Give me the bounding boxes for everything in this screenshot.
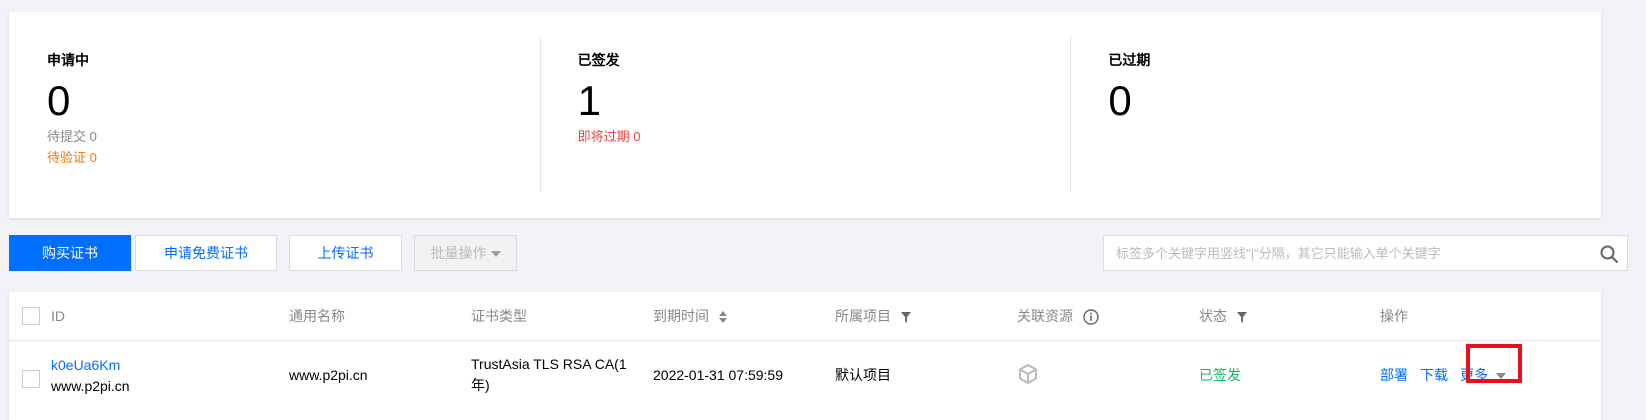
certificate-domain: www.p2pi.cn <box>51 378 130 394</box>
certificate-summary-panel: 申请中 0 待提交 0 待验证 0 已签发 1 即将过期 0 已过期 0 <box>9 12 1601 218</box>
project-cell: 默认项目 <box>835 367 891 383</box>
column-header-id: ID <box>51 308 65 324</box>
filter-icon[interactable] <box>900 311 911 323</box>
stat-applying: 申请中 0 待提交 0 待验证 0 <box>9 12 540 218</box>
stat-applying-count: 0 <box>47 77 71 124</box>
pending-submit-text: 待提交 0 <box>47 129 97 144</box>
column-header-status[interactable]: 状态 <box>1199 306 1247 326</box>
column-header-expiry-label: 到期时间 <box>653 308 709 324</box>
common-name-cell: www.p2pi.cn <box>289 367 368 383</box>
certificate-table: ID 通用名称 证书类型 到期时间 所属项目 关联资源 状态 操作 k0eUa6… <box>9 292 1601 420</box>
sort-icon[interactable] <box>718 311 727 324</box>
stat-expired: 已过期 0 <box>1070 12 1601 218</box>
download-highlight-box <box>1466 344 1522 383</box>
column-header-cert-type: 证书类型 <box>471 308 527 324</box>
stat-issued-title: 已签发 <box>577 52 620 68</box>
column-header-project[interactable]: 所属项目 <box>835 306 911 326</box>
column-header-common-name: 通用名称 <box>289 308 345 324</box>
stat-expired-title: 已过期 <box>1108 52 1151 68</box>
cube-icon <box>1019 363 1037 385</box>
column-header-actions: 操作 <box>1380 308 1408 324</box>
download-link[interactable]: 下载 <box>1420 365 1448 386</box>
column-header-resources-label: 关联资源 <box>1017 308 1073 324</box>
expiry-cell: 2022-01-31 07:59:59 <box>653 367 783 383</box>
upload-certificate-button[interactable]: 上传证书 <box>289 235 402 271</box>
stat-applying-title: 申请中 <box>47 52 89 68</box>
column-header-status-label: 状态 <box>1199 308 1227 324</box>
certificate-id-link[interactable]: k0eUa6Km <box>51 355 120 376</box>
chevron-down-icon <box>490 251 501 258</box>
column-header-resources: 关联资源 <box>1017 306 1099 326</box>
expiring-soon-link[interactable]: 即将过期 0 <box>578 126 1071 147</box>
batch-operation-label: 批量操作 <box>430 245 487 261</box>
info-icon[interactable] <box>1083 309 1099 325</box>
table-row: k0eUa6Km www.p2pi.cn www.p2pi.cn TrustAs… <box>9 341 1601 420</box>
table-header: ID 通用名称 证书类型 到期时间 所属项目 关联资源 状态 操作 <box>9 292 1601 341</box>
column-header-expiry[interactable]: 到期时间 <box>653 306 727 326</box>
batch-operation-dropdown[interactable]: 批量操作 <box>414 235 517 271</box>
apply-free-certificate-button[interactable]: 申请免费证书 <box>135 235 277 271</box>
search-box <box>1103 235 1628 271</box>
stat-issued: 已签发 1 即将过期 0 <box>539 12 1071 218</box>
deploy-link[interactable]: 部署 <box>1380 365 1408 386</box>
select-all-checkbox[interactable] <box>22 307 40 325</box>
search-input[interactable] <box>1104 236 1586 270</box>
buy-certificate-button[interactable]: 购买证书 <box>9 235 131 271</box>
stat-issued-count: 1 <box>577 77 602 124</box>
stat-expired-count: 0 <box>1108 77 1132 124</box>
cert-type-cell: TrustAsia TLS RSA CA(1年) <box>471 356 627 393</box>
pending-verify-link[interactable]: 待验证 0 <box>47 147 540 168</box>
column-header-project-label: 所属项目 <box>835 308 891 324</box>
status-badge: 已签发 <box>1199 367 1241 383</box>
filter-icon[interactable] <box>1236 311 1247 323</box>
row-checkbox[interactable] <box>22 370 40 388</box>
search-icon[interactable] <box>1599 244 1619 264</box>
